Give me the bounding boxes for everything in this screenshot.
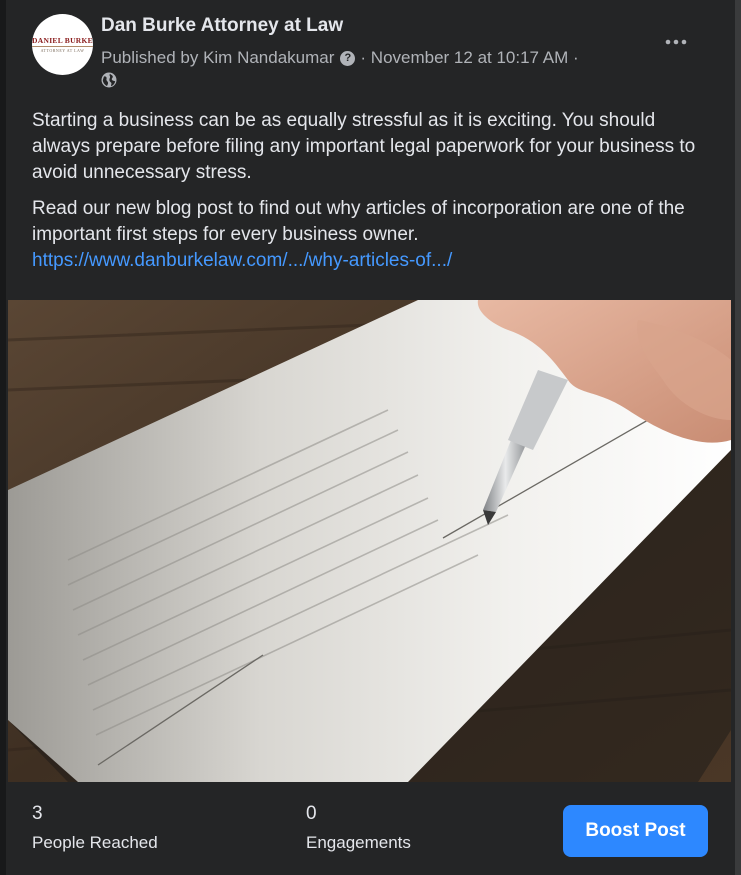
globe-icon[interactable] [101, 72, 117, 88]
post-card: DANIEL BURKE ATTORNEY AT LAW Dan Burke A… [6, 0, 735, 875]
people-reached-label: People Reached [32, 833, 158, 852]
more-options-button[interactable] [658, 24, 694, 60]
engagements-label: Engagements [306, 833, 411, 852]
blog-post-link[interactable]: https://www.danburkelaw.com/.../why-arti… [32, 248, 712, 274]
post-paragraph-1: Starting a business can be as equally st… [32, 110, 696, 183]
engagements-value: 0 [306, 803, 317, 824]
post-timestamp[interactable]: · November 12 at 10:17 AM · [360, 48, 578, 68]
page-name-link[interactable]: Dan Burke Attorney at Law [101, 15, 343, 37]
post-body: Starting a business can be as equally st… [32, 108, 712, 284]
boost-post-button[interactable]: Boost Post [563, 805, 708, 857]
page-avatar[interactable]: DANIEL BURKE ATTORNEY AT LAW [32, 14, 93, 75]
scrollbar[interactable] [735, 0, 741, 875]
signing-document-photo [8, 300, 731, 782]
help-icon[interactable]: ? [340, 50, 356, 66]
post-photo[interactable] [8, 300, 731, 782]
more-options-icon [665, 39, 687, 45]
people-reached-value: 3 [32, 803, 43, 824]
post-paragraph-2: Read our new blog post to find out why a… [32, 196, 712, 274]
avatar-logo-subtitle: ATTORNEY AT LAW [40, 48, 85, 53]
post-paragraph-2-text: Read our new blog post to find out why a… [32, 198, 685, 245]
published-by-text: Published by Kim Nandakumar [101, 48, 335, 67]
avatar-logo-text: DANIEL BURKE [32, 36, 93, 47]
post-meta: Published by Kim Nandakumar ? · November… [101, 48, 579, 68]
